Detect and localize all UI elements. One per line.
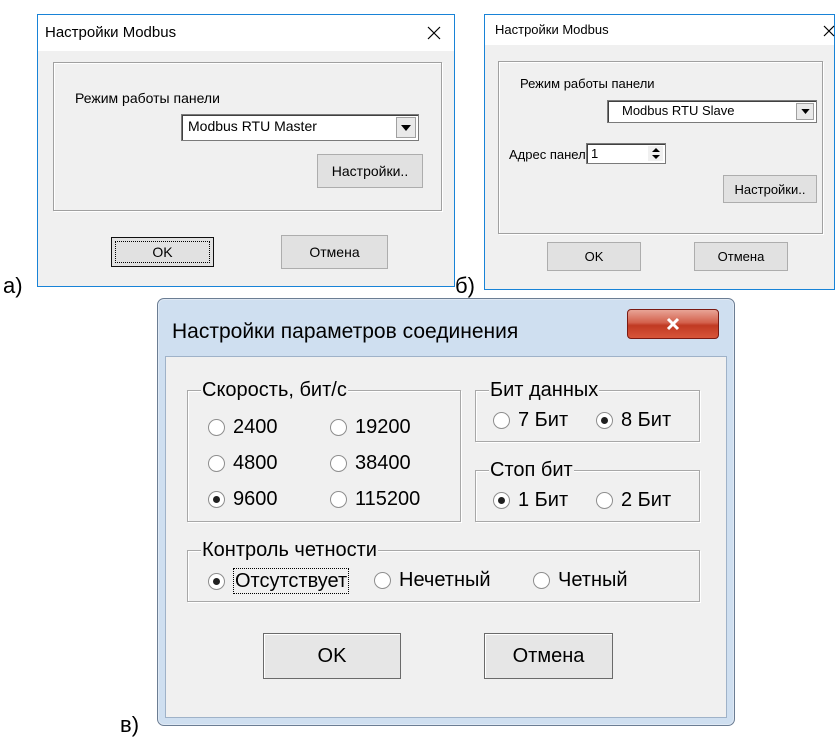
radio-label: 19200	[355, 416, 411, 438]
speed-radio-115200[interactable]: 115200	[330, 487, 420, 511]
parity-group-label: Контроль четности	[201, 538, 378, 562]
stop-bits-radio-1[interactable]: 1 Бит	[493, 488, 568, 512]
chevron-down-icon[interactable]	[396, 117, 416, 138]
cancel-button[interactable]: Отмена	[694, 242, 788, 271]
data-bits-radio-7[interactable]: 7 Бит	[493, 408, 568, 432]
radio-indicator	[493, 411, 510, 429]
title-bar: Настройки Modbus	[485, 15, 835, 45]
radio-indicator	[330, 490, 347, 508]
radio-indicator	[374, 571, 391, 589]
modbus-settings-dialog-b: Настройки Modbus Режим работы панели Mod…	[484, 14, 835, 290]
modbus-settings-dialog-a: Настройки Modbus Режим работы панели Mod…	[37, 14, 455, 287]
spin-arrows-icon[interactable]	[648, 146, 663, 161]
speed-group: Скорость, бит/с 2400 19200 4800 38400 96…	[187, 378, 461, 522]
parity-radio-even[interactable]: Четный	[533, 568, 628, 592]
mode-label: Режим работы панели	[520, 76, 655, 91]
radio-label: Нечетный	[399, 569, 491, 591]
data-bits-group: Бит данных 7 Бит 8 Бит	[475, 378, 700, 442]
radio-label: 8 Бит	[621, 409, 672, 431]
radio-indicator	[208, 454, 225, 472]
stop-bits-radio-2[interactable]: 2 Бит	[596, 488, 671, 512]
radio-label: 115200	[355, 488, 421, 510]
mode-select-value: Modbus RTU Master	[188, 118, 317, 134]
speed-radio-4800[interactable]: 4800	[208, 451, 278, 475]
dialog-title: Настройки Modbus	[45, 24, 177, 41]
address-label: Адрес панели	[509, 147, 593, 162]
focus-rect	[115, 241, 210, 263]
ok-label: OK	[584, 249, 604, 264]
mode-select[interactable]: Modbus RTU Slave	[607, 100, 817, 123]
cancel-button[interactable]: Отмена	[484, 633, 613, 679]
radio-label: 9600	[233, 488, 278, 510]
radio-indicator-selected	[208, 572, 225, 590]
radio-indicator	[330, 454, 347, 472]
radio-label: 4800	[233, 452, 278, 474]
stop-bits-group: Стоп бит 1 Бит 2 Бит	[475, 458, 700, 522]
speed-radio-38400[interactable]: 38400	[330, 451, 411, 475]
radio-label: 7 Бит	[518, 409, 569, 431]
connection-settings-dialog: Настройки параметров соединения Скорость…	[157, 298, 735, 726]
radio-indicator-selected	[493, 491, 510, 509]
radio-indicator	[596, 491, 613, 509]
mode-label: Режим работы панели	[75, 90, 220, 106]
dialog-client-area: Скорость, бит/с 2400 19200 4800 38400 96…	[165, 356, 727, 718]
cancel-button[interactable]: Отмена	[281, 235, 388, 269]
radio-label: Четный	[558, 569, 628, 591]
radio-label: 2 Бит	[621, 489, 672, 511]
radio-indicator	[533, 571, 550, 589]
figure-label-a: а)	[3, 273, 23, 298]
mode-select-value: Modbus RTU Slave	[622, 103, 735, 118]
settings-button[interactable]: Настройки..	[317, 154, 423, 188]
ok-button[interactable]: OK	[263, 633, 401, 679]
close-icon[interactable]	[420, 19, 448, 47]
speed-radio-9600[interactable]: 9600	[208, 487, 278, 511]
speed-radio-2400[interactable]: 2400	[208, 415, 278, 439]
radio-label: 1 Бит	[518, 489, 569, 511]
radio-indicator-selected	[596, 411, 613, 429]
close-icon[interactable]	[815, 17, 835, 45]
settings-button[interactable]: Настройки..	[723, 175, 817, 203]
data-bits-radio-8[interactable]: 8 Бит	[596, 408, 671, 432]
address-value: 1	[591, 146, 599, 161]
speed-group-label: Скорость, бит/с	[201, 378, 348, 402]
parity-radio-none[interactable]: Отсутствует	[208, 568, 350, 594]
radio-indicator	[330, 418, 347, 436]
ok-button[interactable]: OK	[111, 237, 214, 267]
title-bar: Настройки Modbus	[38, 15, 454, 51]
ok-button[interactable]: OK	[547, 242, 641, 271]
address-spinner[interactable]: 1	[586, 143, 666, 164]
radio-label: 2400	[233, 416, 278, 438]
close-icon[interactable]	[627, 309, 719, 339]
parity-group: Контроль четности Отсутствует Нечетный Ч…	[187, 538, 700, 602]
dialog-title: Настройки параметров соединения	[172, 320, 519, 343]
data-bits-group-label: Бит данных	[489, 378, 600, 402]
radio-indicator-selected	[208, 490, 225, 508]
figure-label-c: в)	[120, 712, 140, 737]
parity-radio-odd[interactable]: Нечетный	[374, 568, 491, 592]
radio-label: Отсутствует	[233, 568, 350, 594]
radio-indicator	[208, 418, 225, 436]
dialog-title: Настройки Modbus	[495, 22, 609, 37]
chevron-down-icon[interactable]	[796, 103, 814, 120]
mode-select[interactable]: Modbus RTU Master	[181, 114, 419, 141]
figure-label-b: б)	[455, 273, 475, 298]
speed-radio-19200[interactable]: 19200	[330, 415, 411, 439]
radio-label: 38400	[355, 452, 411, 474]
stop-bits-group-label: Стоп бит	[489, 458, 574, 482]
